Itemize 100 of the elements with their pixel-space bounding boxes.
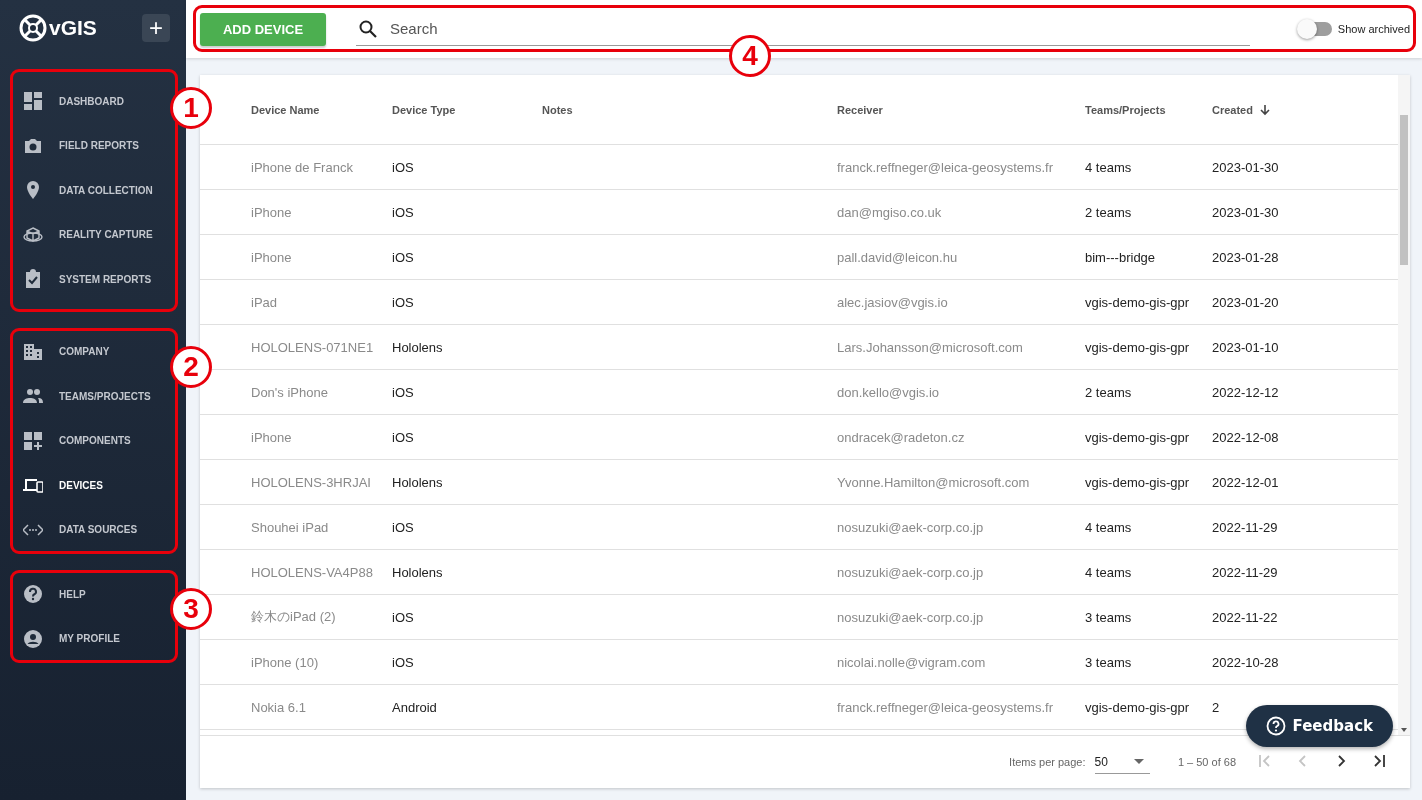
created-cell: 2023-01-30 <box>1212 204 1279 220</box>
toggle-label: Show archived <box>1337 23 1410 35</box>
callout-number: 4 <box>729 35 771 77</box>
device-type-cell: Hololens <box>392 339 443 355</box>
column-header[interactable]: Receiver <box>837 103 883 116</box>
device-name-cell: HOLOLENS-VA4P88 <box>251 564 373 580</box>
logo-text: vGIS <box>49 16 97 40</box>
created-cell: 2022-12-08 <box>1212 429 1279 445</box>
device-name-cell: 鈴木のiPad (2) <box>251 609 336 624</box>
last-page-icon <box>1371 752 1387 769</box>
device-type-cell: iOS <box>392 654 414 670</box>
receiver-cell: Yvonne.Hamilton@microsoft.com <box>837 474 1030 490</box>
nav-item[interactable]: HELP <box>10 572 86 617</box>
created-cell: 2022-11-29 <box>1212 519 1278 535</box>
logo-icon <box>18 13 48 43</box>
table-row[interactable]: HOLOLENS-VA4P88 Hololens nosuzuki@aek-corp.co.jp 4 teams 2022-11-29 <box>200 549 1398 595</box>
nav-item[interactable]: DATA SOURCES <box>10 507 138 552</box>
scroll-thumb[interactable] <box>1400 115 1408 265</box>
table-row[interactable]: Don's iPhone iOS don.kello@vgis.io 2 teams 2022-12-12 <box>200 369 1398 415</box>
nav-item[interactable]: MY PROFILE <box>10 616 120 661</box>
device-type-cell: Hololens <box>392 474 443 490</box>
created-cell: 2022-11-29 <box>1212 564 1278 580</box>
building-icon <box>23 341 43 362</box>
feedback-button[interactable]: Feedback <box>1245 705 1393 747</box>
nav-item[interactable]: FIELD REPORTS <box>10 123 139 168</box>
search-field[interactable]: Search <box>388 19 1250 38</box>
created-cell: 2023-01-10 <box>1212 339 1279 355</box>
receiver-cell: franck.reffneger@leica-geosystems.fr <box>837 699 1053 715</box>
nav-item[interactable]: REALITY CAPTURE <box>10 212 153 257</box>
column-header[interactable]: Device Type <box>392 103 456 116</box>
nav-item[interactable]: TEAMS/PROJECTS <box>10 374 151 419</box>
receiver-cell: nicolai.nolle@vigram.com <box>837 654 986 670</box>
device-name-cell: HOLOLENS-3HRJAI <box>251 474 371 490</box>
table-row[interactable]: 鈴木のiPad (2) iOS nosuzuki@aek-corp.co.jp 3 teams 2022-11-22 <box>200 594 1398 640</box>
clip-icon <box>23 269 43 290</box>
callout-number: 3 <box>170 588 212 630</box>
cube-icon <box>23 224 43 245</box>
receiver-cell: alec.jasiov@vgis.io <box>837 294 948 310</box>
created-cell: 2 <box>1212 699 1220 715</box>
table-row[interactable]: iPhone iOS dan@mgiso.co.uk 2 teams 2023-01-30 <box>200 189 1398 235</box>
receiver-cell: ondracek@radeton.cz <box>837 429 965 445</box>
page-size-select[interactable]: 50 <box>1094 750 1150 774</box>
created-cell: 2022-12-01 <box>1212 474 1279 490</box>
device-name-cell: Shouhei iPad <box>251 519 329 535</box>
device-name-cell: Nokia 6.1 <box>251 699 306 715</box>
teams-cell: 3 teams <box>1085 654 1132 670</box>
table-row[interactable]: iPhone iOS pall.david@leicon.hu bim---bridge 2023-01-28 <box>200 234 1398 280</box>
column-header[interactable]: Created <box>1212 103 1271 116</box>
device-name-cell: iPhone de Franck <box>251 159 353 175</box>
table-row[interactable]: iPad iOS alec.jasiov@vgis.io vgis-demo-gis-gpr 2023-01-20 <box>200 279 1398 325</box>
receiver-cell: franck.reffneger@leica-geosystems.fr <box>837 159 1053 175</box>
teams-cell: vgis-demo-gis-gpr <box>1085 474 1190 490</box>
column-header[interactable]: Notes <box>542 103 573 116</box>
profile-icon <box>23 628 43 649</box>
created-cell: 2022-11-22 <box>1212 609 1278 625</box>
device-name-cell: iPhone <box>251 249 292 265</box>
table-row[interactable]: iPhone de Franck iOS franck.reffneger@leica-geosystems.fr 4 teams 2023-01-30 <box>200 144 1398 190</box>
teams-cell: bim---bridge <box>1085 249 1156 265</box>
table-row[interactable]: Shouhei iPad iOS nosuzuki@aek-corp.co.jp 4 teams 2022-11-29 <box>200 504 1398 550</box>
receiver-cell: pall.david@leicon.hu <box>837 249 958 265</box>
toggle-switch[interactable] <box>1299 22 1332 36</box>
device-name-cell: iPhone <box>251 429 292 445</box>
teams-cell: vgis-demo-gis-gpr <box>1085 294 1190 310</box>
created-cell: 2023-01-20 <box>1212 294 1279 310</box>
device-type-cell: iOS <box>392 384 414 400</box>
teams-cell: 2 teams <box>1085 384 1132 400</box>
device-name-cell: Don's iPhone <box>251 384 328 400</box>
created-cell: 2023-01-30 <box>1212 159 1279 175</box>
device-name-cell: iPhone <box>251 204 292 220</box>
device-type-cell: iOS <box>392 204 414 220</box>
device-name-cell: iPad <box>251 294 278 310</box>
nav-item[interactable]: DASHBOARD <box>10 79 124 124</box>
table-row[interactable]: iPhone (10) iOS nicolai.nolle@vigram.com 3 teams 2022-10-28 <box>200 639 1398 685</box>
device-type-cell: iOS <box>392 609 414 625</box>
teams-cell: 3 teams <box>1085 609 1132 625</box>
created-cell: 2023-01-28 <box>1212 249 1279 265</box>
teams-cell: vgis-demo-gis-gpr <box>1085 429 1190 445</box>
created-cell: 2022-10-28 <box>1212 654 1279 670</box>
nav-item[interactable]: COMPANY <box>10 329 110 374</box>
column-header[interactable]: Teams/Projects <box>1085 103 1166 116</box>
device-type-cell: iOS <box>392 249 414 265</box>
scrollbar[interactable] <box>1398 75 1410 735</box>
nav-item[interactable]: SYSTEM REPORTS <box>10 257 152 302</box>
add-button[interactable]: + <box>142 14 170 42</box>
nav-item[interactable]: DEVICES <box>10 463 103 508</box>
receiver-cell: nosuzuki@aek-corp.co.jp <box>837 564 984 580</box>
table-row[interactable]: iPhone iOS ondracek@radeton.cz vgis-demo-gis-gpr 2022-12-08 <box>200 414 1398 460</box>
column-header[interactable]: Device Name <box>251 103 320 116</box>
table-row[interactable]: HOLOLENS-3HRJAI Hololens Yvonne.Hamilton@microsoft.com vgis-demo-gis-gpr 2022-12-01 <box>200 459 1398 505</box>
device-type-cell: iOS <box>392 159 414 175</box>
arrow-down-icon[interactable] <box>1400 727 1408 733</box>
nav-item[interactable]: DATA COLLECTION <box>10 168 153 213</box>
device-type-cell: iOS <box>392 519 414 535</box>
created-cell: 2022-12-12 <box>1212 384 1279 400</box>
device-type-cell: Hololens <box>392 564 443 580</box>
caret-icon <box>1133 758 1144 765</box>
nav-item[interactable]: COMPONENTS <box>10 418 131 463</box>
receiver-cell: don.kello@vgis.io <box>837 384 940 400</box>
table-row[interactable]: HOLOLENS-071NE1 Hololens Lars.Johansson@microsoft.com vgis-demo-gis-gpr 2023-01-10 <box>200 324 1398 370</box>
device-name-cell: HOLOLENS-071NE1 <box>251 339 374 355</box>
